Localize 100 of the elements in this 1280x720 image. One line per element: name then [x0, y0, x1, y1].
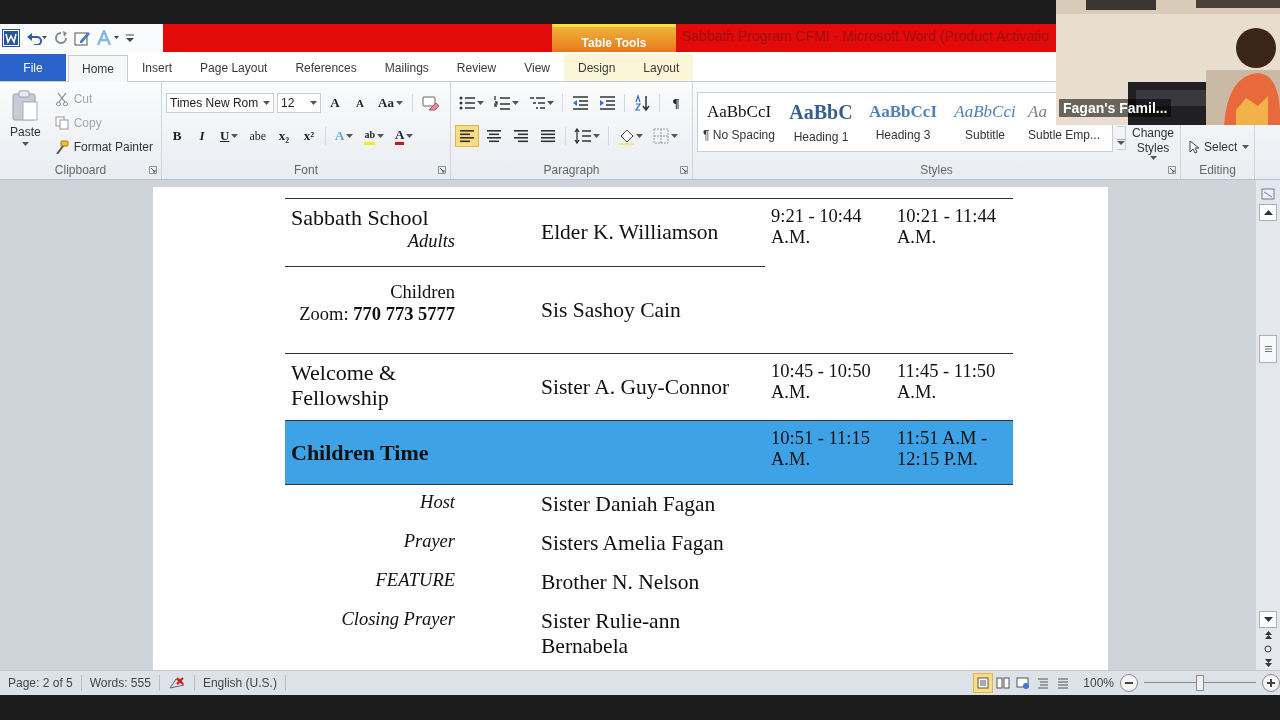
- next-page-button[interactable]: [1264, 656, 1272, 670]
- ribbon-tab[interactable]: Layout: [629, 54, 694, 81]
- ribbon-tab[interactable]: Review: [442, 54, 511, 81]
- ribbon-tab[interactable]: File: [0, 54, 66, 81]
- caret-icon: [395, 101, 403, 105]
- program-subitem: Adults: [406, 230, 455, 252]
- style-name[interactable]: Subtitle: [965, 128, 1005, 142]
- caret-icon: [512, 101, 519, 105]
- time-range: 11:51 A.M - 12:15 P.M.: [897, 428, 988, 469]
- italic-button[interactable]: I: [191, 125, 213, 147]
- ribbon-tab[interactable]: Design: [563, 54, 630, 81]
- group-label: Styles: [920, 163, 953, 177]
- edit-icon[interactable]: [74, 30, 90, 46]
- superscript-button[interactable]: x²: [298, 125, 321, 147]
- dialog-launcher-icon[interactable]: [1168, 166, 1176, 174]
- customize-toolbar-icon[interactable]: [126, 33, 134, 43]
- eraser-icon: [420, 94, 439, 112]
- program-subitem: Zoom: 770 773 5777: [298, 303, 455, 325]
- numbered-list-icon: [493, 94, 511, 112]
- dialog-launcher-icon[interactable]: [149, 166, 157, 174]
- shrink-font-button[interactable]: A: [349, 92, 371, 114]
- align-center-icon: [485, 127, 503, 145]
- presenter-name: Sister Rulie-ann Bernabela: [541, 609, 682, 659]
- ribbon-tab[interactable]: View: [510, 54, 564, 81]
- bold-button[interactable]: B: [166, 125, 188, 147]
- font-size-field[interactable]: 12: [277, 93, 321, 113]
- caret-icon: [263, 101, 270, 105]
- presenter-name: Sisters Amelia Fagan: [541, 531, 724, 556]
- caret-icon: [593, 134, 600, 138]
- zoom-in-button[interactable]: [1262, 674, 1280, 692]
- style-name[interactable]: Subtle Emp...: [1028, 128, 1101, 142]
- down-arrow-icon: [1263, 617, 1273, 622]
- format-painter-button[interactable]: Format Painter: [50, 136, 157, 158]
- change-case-button[interactable]: Aa: [374, 92, 407, 114]
- strikethrough-button[interactable]: abe: [245, 125, 271, 147]
- caret-icon: [231, 134, 239, 138]
- style-sample[interactable]: Aa: [1028, 102, 1047, 122]
- language-status[interactable]: English (U.S.): [194, 675, 286, 691]
- font-color-button[interactable]: A: [391, 125, 418, 147]
- presenter-name: Brother N. Nelson: [541, 570, 700, 595]
- align-left-icon: [458, 127, 476, 145]
- increase-indent-icon: [598, 94, 616, 112]
- redo-icon[interactable]: [54, 31, 68, 45]
- word-logo-icon[interactable]: [2, 29, 20, 47]
- underline-button[interactable]: U: [216, 125, 243, 147]
- ribbon-tab[interactable]: Mailings: [370, 54, 443, 81]
- gallery-more-button[interactable]: [1117, 126, 1126, 150]
- ribbon-tab[interactable]: References: [281, 54, 371, 81]
- scroll-thumb[interactable]: [1259, 335, 1277, 363]
- caret-icon: [346, 134, 354, 138]
- grow-font-button[interactable]: A: [324, 92, 346, 114]
- ribbon-tab[interactable]: Home: [68, 55, 128, 82]
- program-item: Children Time: [291, 440, 430, 465]
- ribbon-tab[interactable]: Insert: [128, 54, 187, 81]
- copy-icon: [54, 116, 69, 130]
- style-sample[interactable]: AaBbCcI: [706, 102, 772, 122]
- align-left-button[interactable]: [455, 125, 479, 147]
- group-label: Font: [294, 163, 318, 177]
- presenter-name: Sister Daniah Fagan: [541, 492, 716, 517]
- caret-icon: [310, 101, 317, 105]
- ruler-icon: [1261, 187, 1275, 201]
- dialog-launcher-icon[interactable]: [680, 166, 688, 174]
- previous-page-button[interactable]: [1264, 628, 1272, 642]
- undo-icon[interactable]: [26, 31, 48, 45]
- program-item: Prayer: [402, 530, 455, 552]
- style-sample[interactable]: AaBbC: [789, 100, 853, 124]
- page-count[interactable]: Page: 2 of 5: [0, 675, 82, 691]
- browse-object-button[interactable]: [1264, 642, 1272, 656]
- caret-icon: [477, 101, 484, 105]
- decrease-indent-icon: [571, 94, 589, 112]
- style-sample[interactable]: AaBbCcI: [869, 102, 937, 122]
- caret-icon: [377, 134, 384, 138]
- ribbon-tab[interactable]: Page Layout: [186, 54, 282, 81]
- zoom-slider-thumb[interactable]: [1196, 675, 1204, 691]
- scroll-down-button[interactable]: [1259, 611, 1277, 628]
- style-name[interactable]: Heading 3: [875, 128, 931, 142]
- style-sample[interactable]: AaBbCci: [954, 102, 1016, 122]
- scroll-up-button[interactable]: [1259, 204, 1277, 221]
- print-layout-button[interactable]: [973, 673, 994, 693]
- caret-icon: [406, 134, 414, 138]
- presenter-name: Elder K. Williamson: [541, 220, 719, 245]
- style-name[interactable]: Heading 1: [793, 129, 849, 144]
- text-effect-icon[interactable]: [96, 30, 120, 46]
- show-marks-button[interactable]: ¶: [665, 92, 687, 114]
- group-label: Clipboard: [54, 163, 107, 177]
- paste-button[interactable]: Paste: [4, 86, 47, 161]
- change-styles-button[interactable]: Change Styles: [1130, 126, 1177, 160]
- sort-icon: [633, 94, 651, 112]
- subscript-button[interactable]: x₂: [273, 125, 296, 147]
- style-name[interactable]: ¶ No Spacing: [703, 128, 775, 142]
- font-name-field[interactable]: Times New Rom: [166, 93, 274, 113]
- select-button[interactable]: Select: [1185, 136, 1254, 158]
- full-screen-icon: [996, 676, 1011, 690]
- word-count[interactable]: Words: 555: [81, 675, 160, 691]
- cursor-icon: [1189, 140, 1199, 154]
- zoom-level[interactable]: 100%: [1073, 676, 1120, 690]
- program-item: FEATURE: [374, 569, 455, 591]
- highlight-button[interactable]: ab: [360, 125, 388, 147]
- zoom-out-button[interactable]: [1120, 674, 1138, 692]
- dialog-launcher-icon[interactable]: [438, 166, 446, 174]
